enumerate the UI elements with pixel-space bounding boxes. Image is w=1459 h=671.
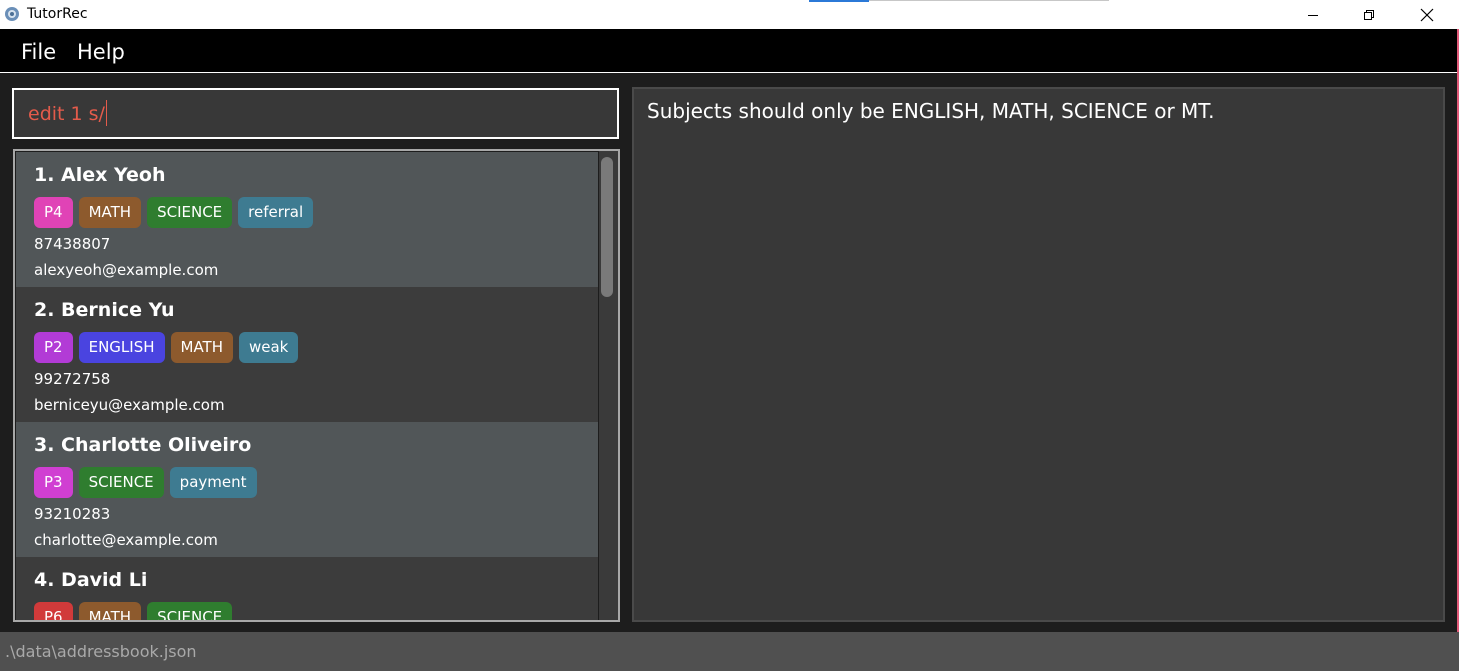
app-icon bbox=[5, 7, 19, 21]
person-email: berniceyu@example.com bbox=[34, 396, 225, 414]
person-name: 3. Charlotte Oliveiro bbox=[34, 434, 252, 456]
result-message: Subjects should only be ENGLISH, MATH, S… bbox=[647, 99, 1215, 123]
status-bar: .\data\addressbook.json bbox=[0, 632, 1459, 671]
tag-note: payment bbox=[169, 467, 257, 498]
tag-list: P6 MATH SCIENCE bbox=[34, 602, 233, 620]
menu-file[interactable]: File bbox=[21, 40, 56, 64]
title-bar: TutorRec bbox=[0, 0, 1459, 29]
tag-level: P2 bbox=[34, 332, 73, 363]
person-list[interactable]: 1. Alex Yeoh P4 MATH SCIENCE referral 87… bbox=[13, 149, 620, 622]
window-title: TutorRec bbox=[27, 6, 88, 22]
taskbar-indicator bbox=[809, 0, 869, 2]
tag-subject: SCIENCE bbox=[147, 602, 233, 620]
restore-button[interactable] bbox=[1340, 0, 1398, 29]
command-box[interactable]: edit 1 s/ bbox=[12, 88, 619, 139]
person-name: 1. Alex Yeoh bbox=[34, 164, 166, 186]
tag-level: P6 bbox=[34, 602, 73, 620]
person-email: charlotte@example.com bbox=[34, 531, 218, 549]
person-card[interactable]: 4. David Li P6 MATH SCIENCE bbox=[16, 557, 598, 620]
command-text: edit 1 s/ bbox=[28, 103, 105, 125]
tag-level: P4 bbox=[34, 197, 73, 228]
tag-subject: MATH bbox=[170, 332, 233, 363]
close-icon bbox=[1420, 8, 1434, 21]
minimize-icon bbox=[1308, 14, 1318, 16]
person-card[interactable]: 1. Alex Yeoh P4 MATH SCIENCE referral 87… bbox=[16, 152, 598, 287]
menu-help[interactable]: Help bbox=[77, 40, 125, 64]
tag-subject: ENGLISH bbox=[78, 332, 165, 363]
tag-subject: MATH bbox=[78, 197, 142, 228]
tag-list: P3 SCIENCE payment bbox=[34, 467, 257, 498]
tag-level: P3 bbox=[34, 467, 73, 498]
tag-subject: SCIENCE bbox=[147, 197, 233, 228]
result-display: Subjects should only be ENGLISH, MATH, S… bbox=[632, 87, 1445, 622]
minimize-button[interactable] bbox=[1284, 0, 1342, 29]
person-phone: 87438807 bbox=[34, 235, 111, 253]
close-button[interactable] bbox=[1398, 0, 1456, 29]
tag-subject: SCIENCE bbox=[78, 467, 164, 498]
person-name: 2. Bernice Yu bbox=[34, 299, 175, 321]
person-phone: 99272758 bbox=[34, 370, 111, 388]
person-card[interactable]: 3. Charlotte Oliveiro P3 SCIENCE payment… bbox=[16, 422, 598, 557]
text-caret bbox=[105, 99, 107, 126]
restore-icon bbox=[1364, 9, 1374, 20]
tag-list: P2 ENGLISH MATH weak bbox=[34, 332, 299, 363]
data-file-path: .\data\addressbook.json bbox=[5, 642, 197, 661]
person-phone: 93210283 bbox=[34, 505, 111, 523]
command-input[interactable]: edit 1 s/ bbox=[28, 99, 107, 126]
tag-list: P4 MATH SCIENCE referral bbox=[34, 197, 314, 228]
taskbar-indicator-track bbox=[869, 0, 1109, 1]
tag-note: weak bbox=[238, 332, 299, 363]
person-name: 4. David Li bbox=[34, 569, 148, 591]
tag-note: referral bbox=[238, 197, 314, 228]
menu-bar: File Help bbox=[0, 29, 1459, 73]
person-email: alexyeoh@example.com bbox=[34, 261, 219, 279]
tag-subject: MATH bbox=[78, 602, 142, 620]
person-card[interactable]: 2. Bernice Yu P2 ENGLISH MATH weak 99272… bbox=[16, 287, 598, 422]
scrollbar-thumb[interactable] bbox=[601, 157, 613, 297]
